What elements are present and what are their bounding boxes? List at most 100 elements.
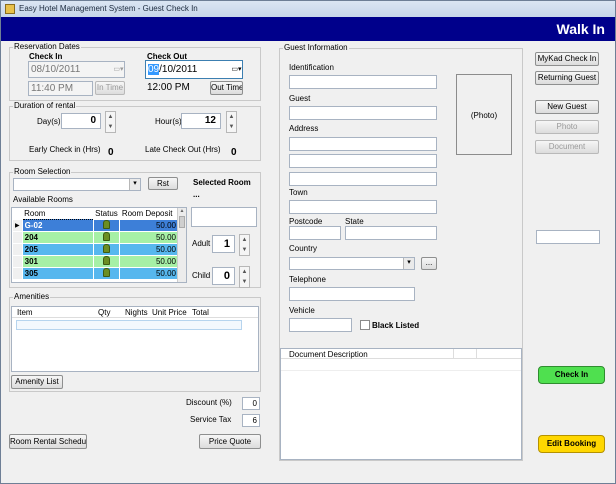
col-room[interactable]: Room bbox=[22, 208, 93, 219]
room-number-cell[interactable]: 205 bbox=[21, 242, 94, 256]
amenities-new-row[interactable] bbox=[16, 320, 242, 330]
status-cell[interactable] bbox=[92, 242, 121, 256]
spin-up-icon[interactable]: ▲ bbox=[240, 267, 249, 277]
reset-button[interactable]: Rst bbox=[148, 177, 178, 190]
spin-down-icon[interactable]: ▼ bbox=[106, 122, 115, 132]
amenities-grid[interactable]: Item Qty Nights Unit Price Total bbox=[11, 306, 259, 372]
child-spinner[interactable]: ▲ ▼ bbox=[239, 266, 250, 288]
edit-booking-button[interactable]: Edit Booking bbox=[538, 435, 605, 453]
room-deposit-cell[interactable]: 50.00 bbox=[119, 218, 179, 232]
guest-information-label: Guest Information bbox=[283, 43, 349, 52]
address-line-1[interactable] bbox=[289, 137, 437, 151]
adult-spinner[interactable]: ▲ ▼ bbox=[239, 234, 250, 256]
hours-input[interactable]: 12 bbox=[181, 113, 221, 129]
spin-down-icon[interactable]: ▼ bbox=[227, 122, 236, 132]
header-divider bbox=[476, 349, 477, 359]
telephone-input[interactable] bbox=[289, 287, 415, 301]
document-grid[interactable]: Document Description bbox=[280, 348, 522, 460]
spin-up-icon[interactable]: ▲ bbox=[106, 112, 115, 122]
hours-spinner[interactable]: ▲ ▼ bbox=[226, 111, 237, 133]
col-document-description[interactable]: Document Description bbox=[289, 350, 368, 359]
dropdown-arrow-icon[interactable]: ▾ bbox=[403, 258, 414, 269]
in-time-button[interactable]: In Time bbox=[95, 81, 125, 95]
black-listed-checkbox[interactable] bbox=[360, 320, 370, 330]
check-in-time[interactable]: 11:40 PM bbox=[28, 81, 93, 96]
early-check-in-value: 0 bbox=[108, 147, 114, 158]
col-unit-price[interactable]: Unit Price bbox=[152, 308, 187, 317]
new-guest-button[interactable]: New Guest bbox=[535, 100, 599, 114]
address-line-3[interactable] bbox=[289, 172, 437, 186]
col-nights[interactable]: Nights bbox=[125, 308, 148, 317]
calendar-dropdown-icon[interactable]: ▭▾ bbox=[231, 61, 242, 78]
out-time-button[interactable]: Out Time bbox=[210, 81, 243, 95]
table-row[interactable]: 305 50.00 bbox=[12, 266, 179, 280]
country-select[interactable]: ▾ bbox=[289, 257, 415, 270]
col-item[interactable]: Item bbox=[17, 308, 33, 317]
days-input[interactable]: 0 bbox=[61, 113, 101, 129]
rooms-header-row: Room Status Room Deposit bbox=[13, 208, 179, 219]
status-cell[interactable] bbox=[92, 230, 121, 244]
available-rooms-grid[interactable]: Room Status Room Deposit ▶ G-02 50.00 204 50… bbox=[11, 207, 187, 283]
check-out-date-picker[interactable]: 09/10/2011 ▭▾ bbox=[145, 60, 243, 79]
calendar-dropdown-icon[interactable]: ▭▾ bbox=[113, 62, 124, 77]
price-quote-button[interactable]: Price Quote bbox=[199, 434, 261, 449]
spin-down-icon[interactable]: ▼ bbox=[240, 245, 249, 255]
photo-frame: (Photo) bbox=[456, 74, 512, 155]
guest-label: Guest bbox=[289, 94, 311, 103]
room-number-cell[interactable]: 301 bbox=[21, 254, 94, 268]
spin-up-icon[interactable]: ▲ bbox=[240, 235, 249, 245]
check-in-date-picker[interactable]: 08/10/2011 ▭▾ bbox=[28, 61, 125, 78]
check-in-button[interactable]: Check In bbox=[538, 366, 605, 384]
guest-name-input[interactable] bbox=[289, 106, 437, 120]
amenity-list-button[interactable]: Amenity List bbox=[11, 375, 63, 389]
address-line-2[interactable] bbox=[289, 154, 437, 168]
rooms-scrollbar[interactable]: ▲ bbox=[177, 208, 186, 282]
side-input[interactable] bbox=[536, 230, 600, 244]
room-deposit-cell[interactable]: 50.00 bbox=[119, 230, 179, 244]
identification-input[interactable] bbox=[289, 75, 437, 89]
table-row[interactable]: 204 50.00 bbox=[12, 230, 179, 244]
room-deposit-cell[interactable]: 50.00 bbox=[119, 266, 179, 280]
room-rental-schedule-button[interactable]: Room Rental Schedule bbox=[9, 434, 87, 449]
days-spinner[interactable]: ▲ ▼ bbox=[105, 111, 116, 133]
table-row[interactable]: 205 50.00 bbox=[12, 242, 179, 256]
document-button[interactable]: Document bbox=[535, 140, 599, 154]
child-input[interactable]: 0 bbox=[212, 267, 235, 285]
selected-room-box bbox=[191, 207, 257, 227]
status-cell[interactable] bbox=[92, 266, 121, 280]
table-row[interactable]: ▶ G-02 50.00 bbox=[12, 218, 179, 232]
room-deposit-cell[interactable]: 50.00 bbox=[119, 242, 179, 256]
scroll-up-icon[interactable]: ▲ bbox=[178, 208, 186, 214]
mykad-check-in-button[interactable]: MyKad Check In bbox=[535, 52, 599, 66]
early-check-in-label: Early Check in (Hrs) bbox=[29, 145, 101, 154]
postcode-input[interactable] bbox=[289, 226, 341, 240]
room-number-cell[interactable]: 204 bbox=[21, 230, 94, 244]
returning-guest-button[interactable]: Returning Guest bbox=[535, 71, 599, 85]
dropdown-arrow-icon[interactable]: ▾ bbox=[129, 179, 140, 190]
document-row[interactable] bbox=[281, 360, 521, 371]
col-room-deposit[interactable]: Room Deposit bbox=[120, 208, 179, 219]
check-out-time[interactable]: 12:00 PM bbox=[147, 82, 190, 93]
col-total[interactable]: Total bbox=[192, 308, 209, 317]
room-number-cell[interactable]: 305 bbox=[21, 266, 94, 280]
status-cell[interactable] bbox=[92, 218, 121, 232]
room-number-cell[interactable]: G-02 bbox=[21, 218, 94, 232]
status-cell[interactable] bbox=[92, 254, 121, 268]
table-row[interactable]: 301 50.00 bbox=[12, 254, 179, 268]
spin-down-icon[interactable]: ▼ bbox=[240, 277, 249, 287]
country-browse-button[interactable]: ... bbox=[421, 257, 437, 270]
discount-input[interactable]: 0 bbox=[242, 397, 260, 410]
col-status[interactable]: Status bbox=[93, 208, 120, 219]
col-qty[interactable]: Qty bbox=[98, 308, 110, 317]
town-input[interactable] bbox=[289, 200, 437, 214]
room-type-select[interactable]: ▾ bbox=[13, 178, 141, 191]
photo-button[interactable]: Photo bbox=[535, 120, 599, 134]
vehicle-input[interactable] bbox=[289, 318, 352, 332]
scroll-thumb[interactable] bbox=[179, 216, 185, 228]
spin-up-icon[interactable]: ▲ bbox=[227, 112, 236, 122]
service-tax-input[interactable]: 6 bbox=[242, 414, 260, 427]
walk-in-banner: Walk In bbox=[1, 17, 615, 41]
room-deposit-cell[interactable]: 50.00 bbox=[119, 254, 179, 268]
adult-input[interactable]: 1 bbox=[212, 235, 235, 253]
state-input[interactable] bbox=[345, 226, 437, 240]
